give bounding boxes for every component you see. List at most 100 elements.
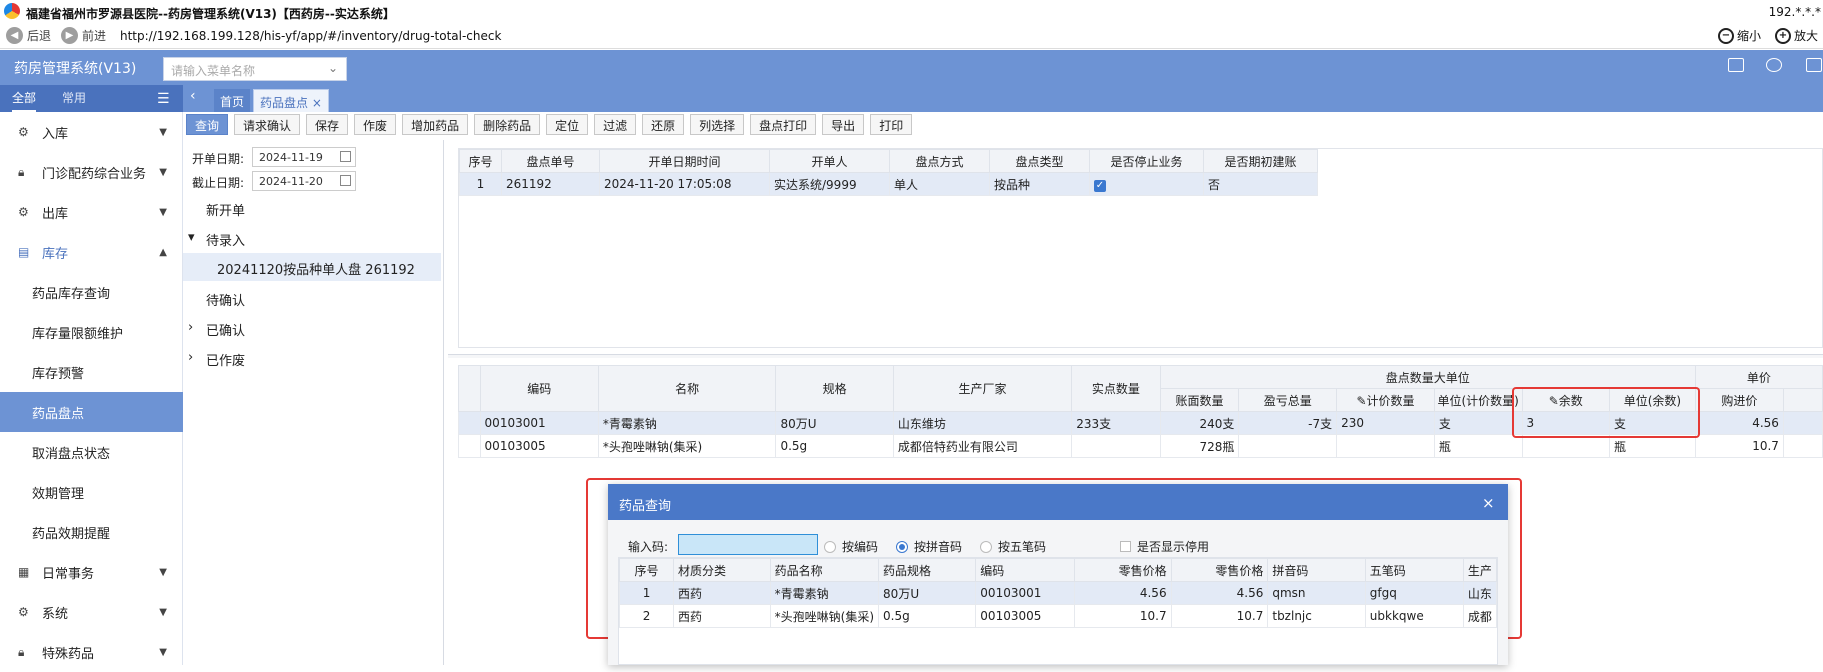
- toolbar: 查询 请求确认 保存 作废 增加药品 删除药品 定位 过滤 还原 列选择 盘点打…: [186, 114, 913, 140]
- col-header: 生产: [1462, 558, 1497, 582]
- count-input[interactable]: 230: [1336, 411, 1435, 435]
- horizontal-splitter[interactable]: [448, 354, 1823, 358]
- checkbox-checked-icon[interactable]: ✓: [1094, 179, 1106, 192]
- zoom-out-button[interactable]: − 缩小: [1718, 27, 1761, 44]
- tab-home[interactable]: 首页: [214, 89, 251, 112]
- sidebar-sub-stock-limit[interactable]: 库存量限额维护: [0, 312, 183, 352]
- tree-new-order[interactable]: 新开单: [206, 200, 245, 219]
- sidebar-sub-stock-query[interactable]: 药品库存查询: [0, 272, 183, 312]
- url-field[interactable]: http://192.168.199.128/his-yf/app/#/inve…: [120, 29, 501, 43]
- sidebar-item-inbound[interactable]: ⚙ 入库 ▼: [0, 112, 183, 152]
- sidebar-sub-stock-warning[interactable]: 库存预警: [0, 352, 183, 392]
- sidebar-item-label: 出库: [42, 206, 69, 222]
- input-code-field[interactable]: [678, 534, 818, 555]
- col-header: ✎计价数量: [1336, 388, 1435, 412]
- calendar-icon[interactable]: [340, 175, 351, 186]
- col-header: 拼音码: [1267, 558, 1366, 582]
- tree-caret-open-icon[interactable]: ▾: [188, 230, 195, 245]
- sidebar-item-inventory[interactable]: ▤ 库存 ▲: [0, 232, 183, 272]
- col-header: 盘点类型: [989, 149, 1090, 173]
- close-icon[interactable]: ×: [1482, 494, 1495, 512]
- sidebar-sub-expiry-manage[interactable]: 效期管理: [0, 472, 183, 512]
- checkbox-label: 是否显示停用: [1137, 540, 1210, 554]
- cell: 1: [619, 581, 675, 605]
- restore-button[interactable]: 还原: [642, 114, 685, 135]
- tab-all[interactable]: 全部: [12, 89, 37, 112]
- sidebar-item-system[interactable]: ⚙ 系统 ▼: [0, 592, 183, 632]
- sidebar-item-daily[interactable]: ▦ 日常事务 ▼: [0, 552, 183, 592]
- show-disabled-checkbox[interactable]: 是否显示停用: [1120, 538, 1209, 555]
- radio-by-pinyin[interactable]: 按拼音码: [896, 538, 962, 555]
- check-print-button[interactable]: 盘点打印: [750, 114, 817, 135]
- cell: 728瓶: [1159, 434, 1240, 458]
- locate-button[interactable]: 定位: [546, 114, 589, 135]
- cell: *青霉素钠: [597, 411, 777, 435]
- tab-common[interactable]: 常用: [62, 89, 86, 106]
- radio-selected-icon: [896, 540, 908, 553]
- void-button[interactable]: 作废: [354, 114, 397, 135]
- tree-caret-icon[interactable]: ›: [188, 350, 193, 365]
- sidebar-item-outbound[interactable]: ⚙ 出库 ▼: [0, 192, 183, 232]
- page-tabs-bar: [183, 85, 1823, 112]
- cell: *头孢唑啉钠(集采): [597, 434, 777, 458]
- sidebar-sub-cancel-check[interactable]: 取消盘点状态: [0, 432, 183, 472]
- tab-drug-check[interactable]: 药品盘点 ×: [253, 89, 329, 112]
- tree-pending-confirm[interactable]: 待确认: [206, 290, 245, 309]
- print-button[interactable]: 打印: [870, 114, 913, 135]
- tabs-back-icon[interactable]: ‹: [190, 88, 196, 104]
- radio-label: 按编码: [842, 540, 879, 554]
- forward-arrow-icon: ▶: [61, 27, 78, 44]
- window-title: 福建省福州市罗源县医院--药房管理系统(V13)【西药房--实达系统】: [26, 7, 395, 21]
- sidebar-sub-expiry-remind[interactable]: 药品效期提醒: [0, 512, 183, 552]
- cell: 80万U: [775, 411, 894, 435]
- export-button[interactable]: 导出: [822, 114, 865, 135]
- sidebar-item-special[interactable]: 🔒︎ 特殊药品 ▼: [0, 632, 183, 672]
- tree-voided[interactable]: 已作废: [206, 350, 245, 369]
- col-header: 编码: [479, 365, 599, 412]
- settings-icon[interactable]: [1766, 58, 1782, 72]
- back-button[interactable]: ◀ 后退: [6, 27, 51, 44]
- start-date-input[interactable]: 2024-11-19: [252, 147, 356, 167]
- add-drug-button[interactable]: 增加药品: [402, 114, 469, 135]
- tree-pending-child[interactable]: 20241120按品种单人盘 261192: [217, 259, 415, 278]
- save-button[interactable]: 保存: [306, 114, 349, 135]
- cell: 00103001: [975, 581, 1075, 605]
- menu-toggle-icon[interactable]: ☰: [157, 91, 170, 107]
- radio-by-code[interactable]: 按编码: [824, 538, 878, 555]
- app-name: 药房管理系统(V13): [14, 61, 137, 77]
- tree-pending-entry[interactable]: 待录入: [206, 230, 245, 249]
- zoom-in-button[interactable]: + 放大: [1775, 27, 1818, 44]
- query-button[interactable]: 查询: [186, 114, 229, 135]
- menu-search-input[interactable]: 请输入菜单名称 ⌄: [163, 57, 347, 81]
- sidebar-sub-drug-check[interactable]: 药品盘点: [0, 392, 183, 432]
- count-input[interactable]: [1336, 434, 1435, 458]
- check-order-table: 序号 盘点单号 开单日期时间 开单人 盘点方式 盘点类型 是否停止业务 是否期初…: [459, 149, 1318, 196]
- radio-by-wubi[interactable]: 按五笔码: [980, 538, 1046, 555]
- tree-caret-icon[interactable]: ›: [188, 320, 193, 335]
- column-select-button[interactable]: 列选择: [690, 114, 745, 135]
- col-header-label: 计价数量: [1366, 393, 1415, 408]
- chevron-up-icon: ▲: [159, 246, 167, 258]
- end-date-value: 2024-11-20: [259, 175, 323, 188]
- row-indicator: [458, 411, 481, 435]
- message-icon[interactable]: [1728, 58, 1744, 72]
- cell: [1071, 434, 1161, 458]
- delete-drug-button[interactable]: 删除药品: [474, 114, 541, 135]
- calendar-icon[interactable]: [340, 151, 351, 162]
- close-icon[interactable]: ×: [312, 96, 322, 110]
- sidebar-item-outpatient[interactable]: 🔒︎ 门诊配药综合业务 ▼: [0, 152, 183, 192]
- col-header: 五笔码: [1364, 558, 1464, 582]
- request-confirm-button[interactable]: 请求确认: [234, 114, 301, 135]
- tree-confirmed[interactable]: 已确认: [206, 320, 245, 339]
- user-icon[interactable]: [1806, 58, 1822, 72]
- end-date-input[interactable]: 2024-11-20: [252, 171, 356, 191]
- filter-button[interactable]: 过滤: [594, 114, 637, 135]
- cell: 4.56: [1170, 581, 1269, 605]
- table-row[interactable]: 1 261192 2024-11-20 17:05:08 实达系统/9999 单…: [459, 172, 1318, 196]
- table-row[interactable]: 2 西药 *头孢唑啉钠(集采) 0.5g 00103005 10.7 10.7 …: [619, 604, 1497, 628]
- vertical-splitter[interactable]: [443, 140, 444, 665]
- forward-button[interactable]: ▶ 前进: [61, 27, 106, 44]
- cell: 2024-11-20 17:05:08: [599, 172, 770, 196]
- start-date-value: 2024-11-19: [259, 151, 323, 164]
- table-row[interactable]: 1 西药 *青霉素钠 80万U 00103001 4.56 4.56 qmsn …: [619, 581, 1497, 605]
